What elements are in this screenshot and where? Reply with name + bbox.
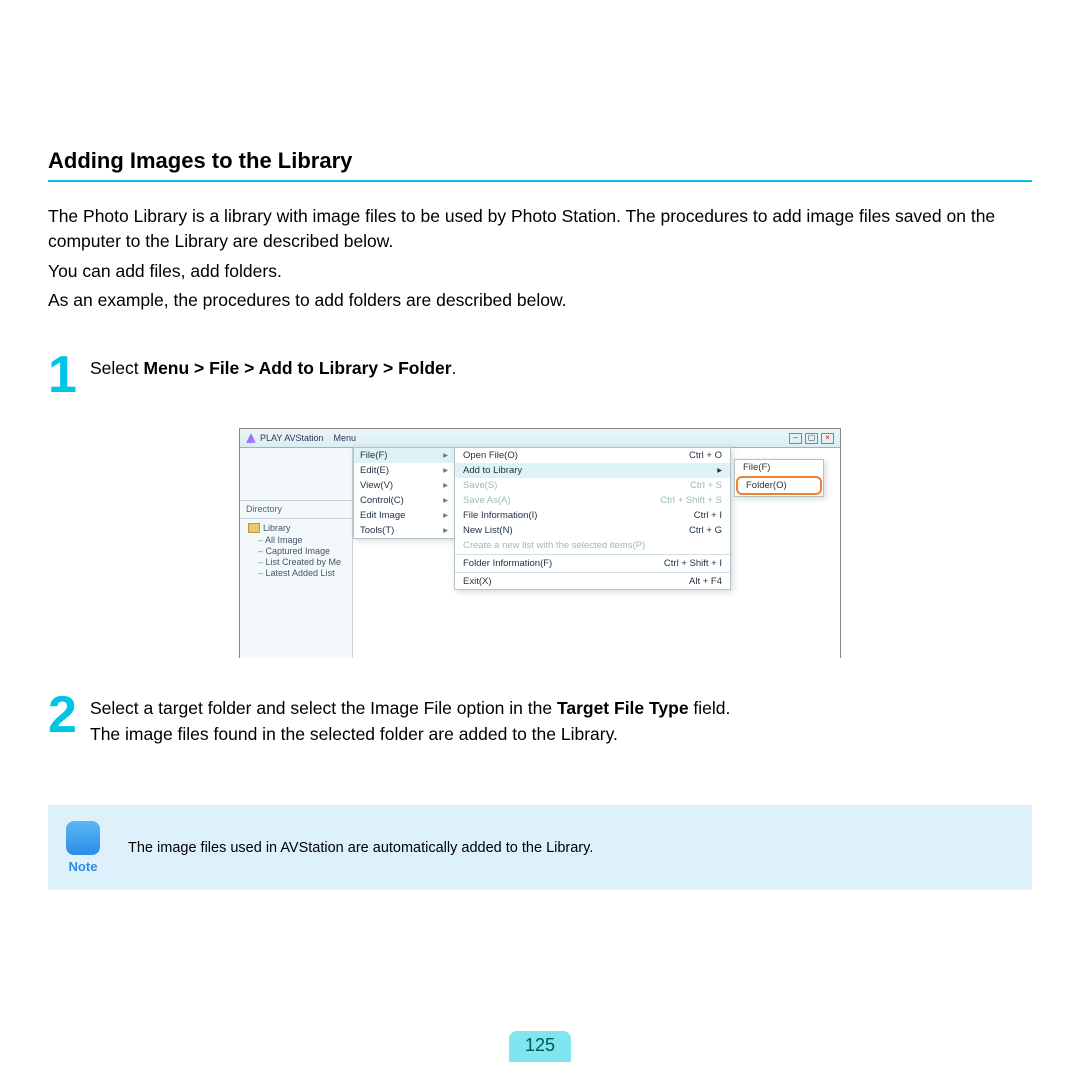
step-2-text: Select a target folder and select the Im… — [90, 692, 1032, 747]
submenu-addtolibrary: File(F) Folder(O) — [734, 459, 824, 497]
shortcut: Ctrl + I — [694, 510, 722, 521]
tree-root[interactable]: Library — [248, 523, 352, 533]
shortcut: Ctrl + Shift + S — [660, 495, 722, 506]
chevron-right-icon: ▸ — [717, 465, 722, 476]
menu-label: Tools(T) — [360, 525, 394, 536]
menu-item-openfile[interactable]: Open File(O) Ctrl + O — [455, 448, 730, 463]
menu-item-newlist[interactable]: New List(N) Ctrl + G — [455, 523, 730, 538]
chevron-right-icon: ▸ — [443, 510, 448, 521]
step-2: 2 Select a target folder and select the … — [48, 692, 1032, 747]
intro-paragraph-1: The Photo Library is a library with imag… — [48, 204, 1032, 255]
tree-item[interactable]: All Image — [258, 535, 352, 545]
menu-item-editimage[interactable]: Edit Image ▸ — [354, 508, 454, 523]
sidebar: Directory Library All Image Captured Ima… — [240, 448, 353, 658]
step-2-line2: The image files found in the selected fo… — [90, 724, 618, 744]
minimize-button[interactable]: – — [789, 433, 802, 444]
maximize-button[interactable]: ▢ — [805, 433, 818, 444]
step-1-number: 1 — [48, 352, 90, 399]
menu-level-2: Open File(O) Ctrl + O Add to Library ▸ Sav… — [454, 447, 731, 590]
submenu-item-file[interactable]: File(F) — [735, 460, 823, 475]
step-2-line1c: field. — [689, 698, 731, 718]
chevron-right-icon: ▸ — [443, 525, 448, 536]
step-2-bold: Target File Type — [557, 698, 689, 718]
intro-paragraph-2: You can add files, add folders. — [48, 259, 1032, 284]
menu-separator — [455, 572, 730, 573]
shortcut: Ctrl + G — [689, 525, 722, 536]
step-1-bold: Menu > File > Add to Library > Folder — [144, 358, 452, 378]
window-titlebar: PLAY AVStation Menu – ▢ × — [240, 429, 840, 448]
note-label: Note — [66, 859, 100, 874]
title-underline — [48, 180, 1032, 182]
directory-tree: Library All Image Captured Image List Cr… — [240, 519, 352, 578]
submenu-item-folder[interactable]: Folder(O) — [736, 476, 822, 495]
menu-button[interactable]: Menu — [334, 433, 357, 443]
menu-item-file[interactable]: File(F) ▸ — [354, 448, 454, 463]
step-1-text: Select Menu > File > Add to Library > Fo… — [90, 352, 1032, 381]
shortcut: Ctrl + S — [690, 480, 722, 491]
app-logo-icon — [246, 433, 256, 443]
chevron-right-icon: ▸ — [443, 450, 448, 461]
menu-label: File(F) — [360, 450, 387, 461]
note-box: Note The image files used in AVStation a… — [48, 805, 1032, 890]
tree-item[interactable]: Latest Added List — [258, 568, 352, 578]
app-screenshot: PLAY AVStation Menu – ▢ × Directory Libr… — [239, 428, 841, 658]
menu-label: Exit(X) — [463, 576, 492, 587]
menu-label: New List(N) — [463, 525, 513, 536]
menu-item-addtolibrary[interactable]: Add to Library ▸ — [455, 463, 730, 478]
window-controls: – ▢ × — [789, 433, 834, 444]
menu-label: Save(S) — [463, 480, 497, 491]
intro-paragraph-3: As an example, the procedures to add fol… — [48, 288, 1032, 313]
menu-item-view[interactable]: View(V) ▸ — [354, 478, 454, 493]
menu-label: Add to Library — [463, 465, 522, 476]
step-1: 1 Select Menu > File > Add to Library > … — [48, 352, 1032, 399]
sidebar-dropzone — [240, 448, 352, 501]
step-1-tail: . — [452, 358, 457, 378]
menu-item-edit[interactable]: Edit(E) ▸ — [354, 463, 454, 478]
directory-label: Directory — [240, 501, 352, 519]
menu-item-tools[interactable]: Tools(T) ▸ — [354, 523, 454, 538]
menu-item-createlist: Create a new list with the selected item… — [455, 538, 730, 553]
note-text: The image files used in AVStation are au… — [128, 840, 593, 856]
shortcut: Ctrl + O — [689, 450, 722, 461]
menu-label: Save As(A) — [463, 495, 511, 506]
chevron-right-icon: ▸ — [443, 480, 448, 491]
menu-item-folderinfo[interactable]: Folder Information(F) Ctrl + Shift + I — [455, 556, 730, 571]
section-title: Adding Images to the Library — [48, 148, 1032, 174]
folder-icon — [248, 523, 260, 533]
tree-item[interactable]: List Created by Me — [258, 557, 352, 567]
chevron-right-icon: ▸ — [443, 495, 448, 506]
menu-separator — [455, 554, 730, 555]
menu-label: Create a new list with the selected item… — [463, 540, 645, 551]
shortcut: Ctrl + Shift + I — [664, 558, 722, 569]
tree-item[interactable]: Captured Image — [258, 546, 352, 556]
page-number: 125 — [509, 1031, 571, 1062]
menu-item-exit[interactable]: Exit(X) Alt + F4 — [455, 574, 730, 589]
note-icon — [66, 821, 100, 855]
menu-label: Edit(E) — [360, 465, 389, 476]
menu-label: View(V) — [360, 480, 393, 491]
shortcut: Alt + F4 — [689, 576, 722, 587]
chevron-right-icon: ▸ — [443, 465, 448, 476]
step-2-number: 2 — [48, 692, 90, 739]
app-title: PLAY AVStation — [260, 433, 324, 443]
menu-label: File Information(I) — [463, 510, 537, 521]
step-2-line1a: Select a target folder and select the Im… — [90, 698, 557, 718]
tree-root-label: Library — [263, 523, 291, 533]
menu-label: Control(C) — [360, 495, 404, 506]
menu-label: Folder Information(F) — [463, 558, 552, 569]
menu-label: Open File(O) — [463, 450, 518, 461]
menu-item-saveas: Save As(A) Ctrl + Shift + S — [455, 493, 730, 508]
menu-item-fileinfo[interactable]: File Information(I) Ctrl + I — [455, 508, 730, 523]
menu-item-save: Save(S) Ctrl + S — [455, 478, 730, 493]
menu-level-1: File(F) ▸ Edit(E) ▸ View(V) ▸ Control(C) ▸ E… — [353, 447, 455, 539]
menu-item-control[interactable]: Control(C) ▸ — [354, 493, 454, 508]
close-button[interactable]: × — [821, 433, 834, 444]
step-1-lead: Select — [90, 358, 144, 378]
menu-label: Edit Image — [360, 510, 405, 521]
